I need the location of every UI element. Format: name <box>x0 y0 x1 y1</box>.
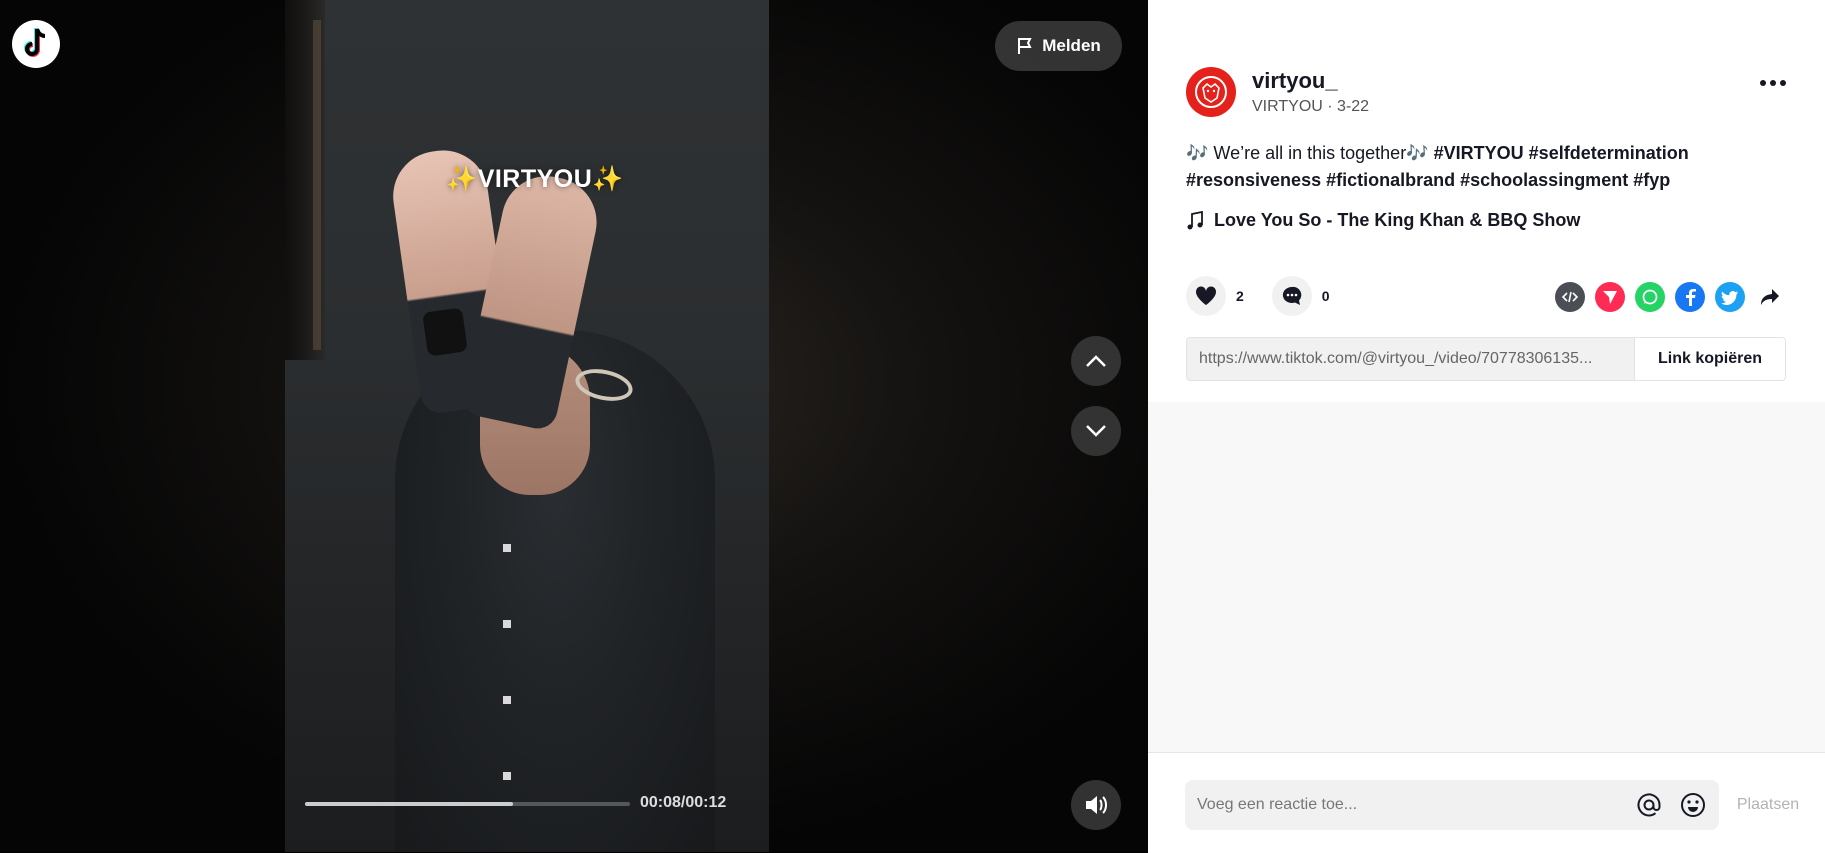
engagement-stats: 2 0 <box>1186 276 1358 316</box>
sparkle-icon: ✨ <box>446 165 478 193</box>
video-player[interactable] <box>285 0 769 852</box>
like-count: 2 <box>1236 288 1244 304</box>
more-options-icon[interactable] <box>1760 80 1786 86</box>
video-progress-bar[interactable] <box>305 802 630 806</box>
whatsapp-icon <box>1642 289 1658 305</box>
hashtag-link[interactable]: #VIRTYOU <box>1434 143 1524 163</box>
video-scene-door <box>285 0 325 360</box>
overlay-brand: VIRTYOU <box>477 165 593 193</box>
chevron-down-icon <box>1086 425 1106 437</box>
code-icon <box>1562 291 1578 303</box>
tiktok-logo[interactable] <box>12 20 60 68</box>
hashtag-link[interactable]: #resonsiveness <box>1186 170 1321 190</box>
music-title: Love You So - The King Khan & BBQ Show <box>1214 210 1581 230</box>
music-note-icon <box>1187 210 1203 229</box>
video-scene-watch <box>422 307 468 357</box>
next-video-button[interactable] <box>1071 406 1121 456</box>
share-arrow-icon <box>1761 289 1779 305</box>
report-button[interactable]: Melden <box>995 21 1122 71</box>
flag-icon <box>1018 38 1032 54</box>
send-to-friends-button[interactable] <box>1595 282 1625 312</box>
caption-text: We’re all in this together <box>1208 143 1407 163</box>
sparkle-icon: ✨ <box>592 165 624 193</box>
post-date: 3-22 <box>1337 98 1370 115</box>
music-notes-icon: 🎶 <box>1186 143 1209 163</box>
video-time: 00:08/00:12 <box>640 794 727 811</box>
whatsapp-button[interactable] <box>1635 282 1665 312</box>
speaker-icon <box>1086 796 1107 814</box>
comment-count: 0 <box>1321 288 1330 304</box>
video-link-url[interactable]: https://www.tiktok.com/@virtyou_/video/7… <box>1187 338 1634 380</box>
post-info-section: virtyou_ VIRTYOU · 3-22 🎶 We’re all in t… <box>1148 0 1825 402</box>
video-link-box: https://www.tiktok.com/@virtyou_/video/7… <box>1186 337 1786 381</box>
lion-logo-icon <box>1195 76 1227 108</box>
video-progress-fill <box>305 802 513 806</box>
facebook-button[interactable] <box>1675 282 1705 312</box>
comment-button[interactable] <box>1271 276 1312 316</box>
emoji-icon[interactable] <box>1675 792 1711 818</box>
twitter-icon <box>1721 290 1738 305</box>
author-subline: VIRTYOU · 3-22 <box>1252 98 1369 116</box>
display-name: VIRTYOU <box>1252 98 1323 115</box>
chevron-up-icon <box>1086 355 1106 367</box>
caption: 🎶 We’re all in this together🎶 #VIRTYOU #… <box>1186 140 1786 194</box>
twitter-button[interactable] <box>1715 282 1745 312</box>
heart-icon <box>1195 286 1217 305</box>
video-area[interactable]: ✨VIRTYOU✨ 00:08/00:12 Melden <box>0 0 1148 852</box>
mention-icon[interactable] <box>1631 792 1667 818</box>
paper-plane-icon <box>1603 291 1617 304</box>
hashtag-link[interactable]: #fictionalbrand <box>1326 170 1455 190</box>
post-comment-button[interactable]: Plaatsen <box>1718 796 1818 814</box>
report-label: Melden <box>1042 36 1101 55</box>
comment-placeholder: Voeg een reactie toe... <box>1197 796 1358 813</box>
tiktok-icon <box>24 28 46 57</box>
facebook-icon <box>1686 289 1696 306</box>
hashtag-link[interactable]: #schoolassingment <box>1460 170 1628 190</box>
music-link[interactable]: Love You So - The King Khan & BBQ Show <box>1186 210 1580 231</box>
hashtag-link[interactable]: #selfdetermination <box>1529 143 1689 163</box>
avatar[interactable] <box>1186 67 1236 117</box>
comment-input[interactable]: Voeg een reactie toe... <box>1185 780 1719 830</box>
music-notes-icon: 🎶 <box>1406 143 1429 163</box>
username[interactable]: virtyou_ <box>1252 68 1338 94</box>
copy-link-button[interactable]: Link kopiëren <box>1634 338 1785 380</box>
comment-icon <box>1282 286 1302 305</box>
like-button[interactable] <box>1186 276 1226 316</box>
hashtag-link[interactable]: #fyp <box>1633 170 1670 190</box>
post-panel: virtyou_ VIRTYOU · 3-22 🎶 We’re all in t… <box>1148 0 1825 853</box>
volume-button[interactable] <box>1071 780 1121 830</box>
video-overlay-text: ✨VIRTYOU✨ <box>385 165 685 194</box>
more-share-button[interactable] <box>1755 282 1785 312</box>
separator: · <box>1322 98 1338 115</box>
previous-video-button[interactable] <box>1071 336 1121 386</box>
share-buttons <box>1555 282 1785 312</box>
embed-button[interactable] <box>1555 282 1585 312</box>
comment-bar: Voeg een reactie toe... Plaatsen <box>1148 752 1825 853</box>
